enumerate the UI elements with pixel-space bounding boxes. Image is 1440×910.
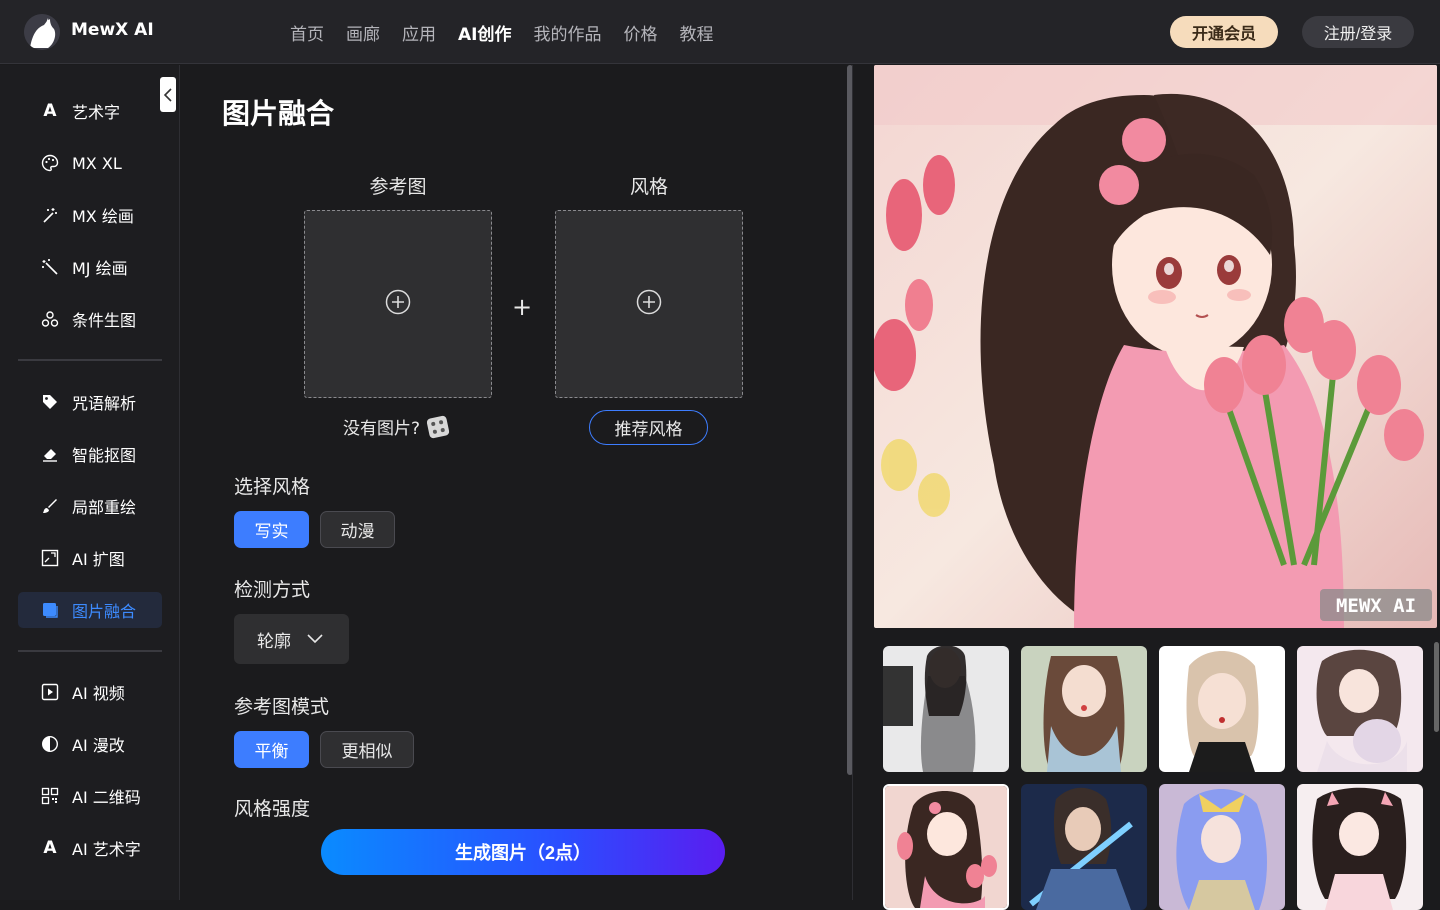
gallery-thumb[interactable] <box>1021 784 1147 910</box>
plus-icon: + <box>512 293 533 321</box>
login-button[interactable]: 注册/登录 <box>1302 16 1414 48</box>
main-panel: 图片融合 参考图 风格 + 没有图片? 推荐风格 选择风格 写实 动漫 检测方式… <box>181 65 848 900</box>
reference-upload-box[interactable] <box>304 210 492 398</box>
ref-mode-similar[interactable]: 更相似 <box>320 731 414 768</box>
chevron-down-icon <box>307 629 323 649</box>
tag-icon <box>40 392 60 412</box>
sidebar-item-mj-paint[interactable]: MJ 绘画 <box>18 249 162 285</box>
style-upload-box[interactable] <box>555 210 743 398</box>
sidebar-item-ai-qr[interactable]: AI 二维码 <box>18 778 162 814</box>
gallery-thumb[interactable] <box>1021 646 1147 772</box>
sidebar-divider <box>18 359 162 361</box>
gallery-thumb-selected[interactable] <box>883 784 1009 910</box>
gallery-thumb[interactable] <box>1297 646 1423 772</box>
sidebar-item-ai-comic[interactable]: AI 漫改 <box>18 726 162 762</box>
eraser-icon <box>40 444 60 464</box>
detect-mode-label: 检测方式 <box>234 579 311 601</box>
vip-button[interactable]: 开通会员 <box>1170 16 1278 48</box>
nav-pricing[interactable]: 价格 <box>623 20 657 45</box>
sidebar-item-mx-xl[interactable]: MX XL <box>18 145 162 181</box>
gallery-thumb[interactable] <box>1159 646 1285 772</box>
palette-icon <box>40 153 60 173</box>
dice-icon[interactable] <box>426 414 450 439</box>
preview-scrollbar[interactable] <box>1434 642 1439 732</box>
brand-name[interactable]: MewX AI <box>71 20 154 40</box>
ref-mode-balance[interactable]: 平衡 <box>234 731 309 768</box>
sidebar-item-smart-cutout[interactable]: 智能抠图 <box>18 436 162 472</box>
chevron-left-icon[interactable] <box>160 77 176 112</box>
detect-mode-select[interactable]: 轮廓 <box>234 614 349 664</box>
brush-icon <box>40 496 60 516</box>
style-strength-label: 风格强度 <box>234 798 311 820</box>
image-merge-icon <box>40 600 60 620</box>
letter-a-icon: A <box>43 838 57 858</box>
style-option-realistic[interactable]: 写实 <box>234 511 309 548</box>
nav-tutorial[interactable]: 教程 <box>679 20 713 45</box>
sidebar-item-conditional[interactable]: 条件生图 <box>18 301 162 337</box>
nav-my-works[interactable]: 我的作品 <box>533 20 601 45</box>
top-bar: MewX AI 首页 画廊 应用 AI创作 我的作品 价格 教程 开通会员 注册… <box>0 0 1440 64</box>
sidebar <box>0 65 180 900</box>
letter-a-icon: A <box>43 101 57 121</box>
logo-icon[interactable] <box>24 14 60 50</box>
preview-image[interactable]: MEWX AI <box>874 65 1437 628</box>
select-style-label: 选择风格 <box>234 476 311 498</box>
reference-label: 参考图 <box>369 176 427 198</box>
style-option-anime[interactable]: 动漫 <box>320 511 395 548</box>
video-icon <box>40 682 60 702</box>
add-circle-icon <box>385 289 411 319</box>
sidebar-item-image-merge[interactable]: 图片融合 <box>18 592 162 628</box>
sidebar-divider <box>18 650 162 652</box>
ref-mode-label: 参考图模式 <box>234 696 330 718</box>
recommend-style-button[interactable]: 推荐风格 <box>589 410 708 445</box>
page-title: 图片融合 <box>222 97 335 130</box>
nav-home[interactable]: 首页 <box>290 20 324 45</box>
gallery-thumb[interactable] <box>1159 784 1285 910</box>
preview-panel: MEWX AI <box>853 65 1440 910</box>
expand-image-icon <box>40 548 60 568</box>
half-circle-icon <box>40 734 60 754</box>
magic-wand-icon <box>40 205 60 225</box>
style-label: 风格 <box>629 176 668 198</box>
add-circle-icon <box>636 289 662 319</box>
sidebar-item-ai-expand[interactable]: AI 扩图 <box>18 540 162 576</box>
nav-gallery[interactable]: 画廊 <box>346 20 380 45</box>
sidebar-item-ai-video[interactable]: AI 视频 <box>18 674 162 710</box>
nav-apps[interactable]: 应用 <box>402 20 436 45</box>
watermark-text: MEWX AI <box>1336 595 1416 617</box>
sidebar-item-art-text[interactable]: A 艺术字 <box>18 93 162 129</box>
nav-ai-create[interactable]: AI创作 <box>458 20 511 45</box>
sidebar-item-mx-paint[interactable]: MX 绘画 <box>18 197 162 233</box>
generate-button[interactable]: 生成图片（2点） <box>321 829 725 875</box>
gallery-thumb[interactable] <box>883 646 1009 772</box>
qr-code-icon <box>40 786 60 806</box>
sidebar-item-ai-art-text[interactable]: A AI 艺术字 <box>18 830 162 866</box>
sidebar-item-inpaint[interactable]: 局部重绘 <box>18 488 162 524</box>
nodes-icon <box>40 309 60 329</box>
gallery-thumb[interactable] <box>1297 784 1423 910</box>
sidebar-item-prompt-parse[interactable]: 咒语解析 <box>18 384 162 420</box>
no-image-hint[interactable]: 没有图片? <box>343 414 450 439</box>
main-nav: 首页 画廊 应用 AI创作 我的作品 价格 教程 <box>290 20 713 45</box>
sparkle-wand-icon <box>40 257 60 277</box>
